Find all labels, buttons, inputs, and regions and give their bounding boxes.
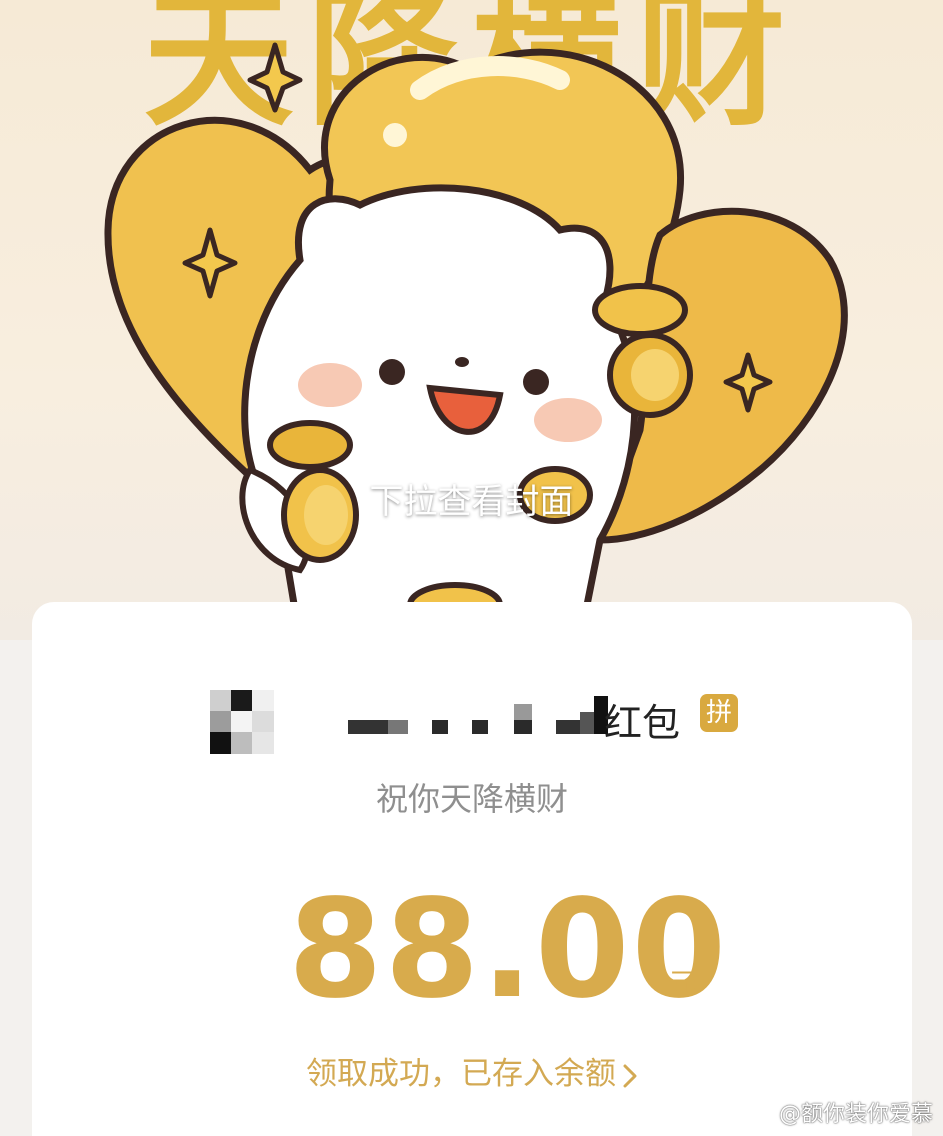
- red-packet-detail-page: 天降横财: [0, 0, 943, 1136]
- watermark-text: @额你装你爱慕: [778, 1102, 933, 1127]
- chevron-down-icon: [454, 540, 490, 560]
- red-packet-label: 红包: [604, 701, 681, 745]
- sender-name-redacted: [348, 696, 608, 734]
- pull-down-hint: 下拉查看封面: [369, 482, 574, 522]
- sender-row: 红包 拼: [32, 686, 912, 756]
- sender-avatar: [210, 690, 274, 754]
- chevron-right-icon: [623, 1064, 637, 1087]
- amount-unit: 元: [668, 967, 697, 1000]
- red-packet-card: 红包 拼 祝你天降横财 88.00 元 领取成功，已存入余额: [32, 602, 912, 1136]
- watermark: @额你装你爱慕: [748, 1096, 933, 1128]
- weibo-icon: [748, 1106, 775, 1126]
- group-badge: 拼: [700, 694, 738, 732]
- status-text: 领取成功，已存入余额: [306, 1056, 616, 1092]
- bear-character: [239, 184, 639, 640]
- amount-value: 88.00: [288, 871, 729, 1029]
- amount-row: 88.00 元: [32, 880, 912, 1030]
- greeting-message: 祝你天降横财: [375, 780, 568, 818]
- balance-status-link[interactable]: 领取成功，已存入余额: [32, 1048, 912, 1093]
- red-packet-cover[interactable]: 天降横财: [0, 0, 943, 640]
